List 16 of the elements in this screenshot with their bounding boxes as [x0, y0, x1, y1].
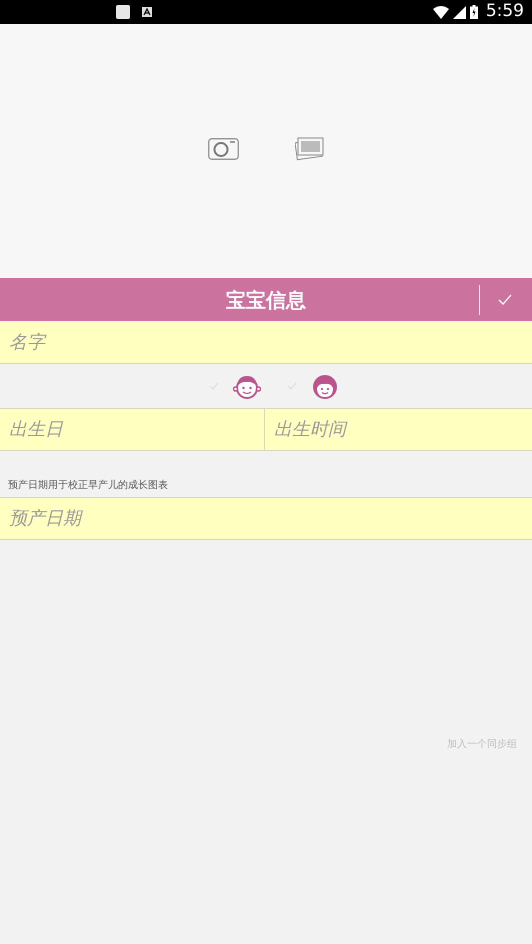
wifi-icon [432, 6, 449, 18]
hint-text: 预产日期用于校正早产儿的成长图表 [7, 478, 169, 493]
gallery-icon[interactable] [295, 137, 324, 161]
header-title: 宝宝信息 [226, 286, 306, 314]
girl-face-icon[interactable] [311, 372, 339, 400]
notification-icon [142, 7, 152, 17]
battery-icon [470, 5, 478, 19]
name-field[interactable]: 名字 [0, 321, 532, 364]
signal-icon [452, 6, 466, 18]
camera-icon[interactable] [208, 138, 239, 160]
due-date-field[interactable]: 预产日期 [0, 497, 532, 540]
birth-date-field[interactable]: 出生日 [0, 408, 265, 451]
confirm-icon[interactable] [498, 294, 512, 305]
birth-time-field[interactable]: 出生时间 [265, 408, 532, 451]
notification-icon [116, 5, 130, 19]
clock: 5:59 [486, 0, 524, 24]
